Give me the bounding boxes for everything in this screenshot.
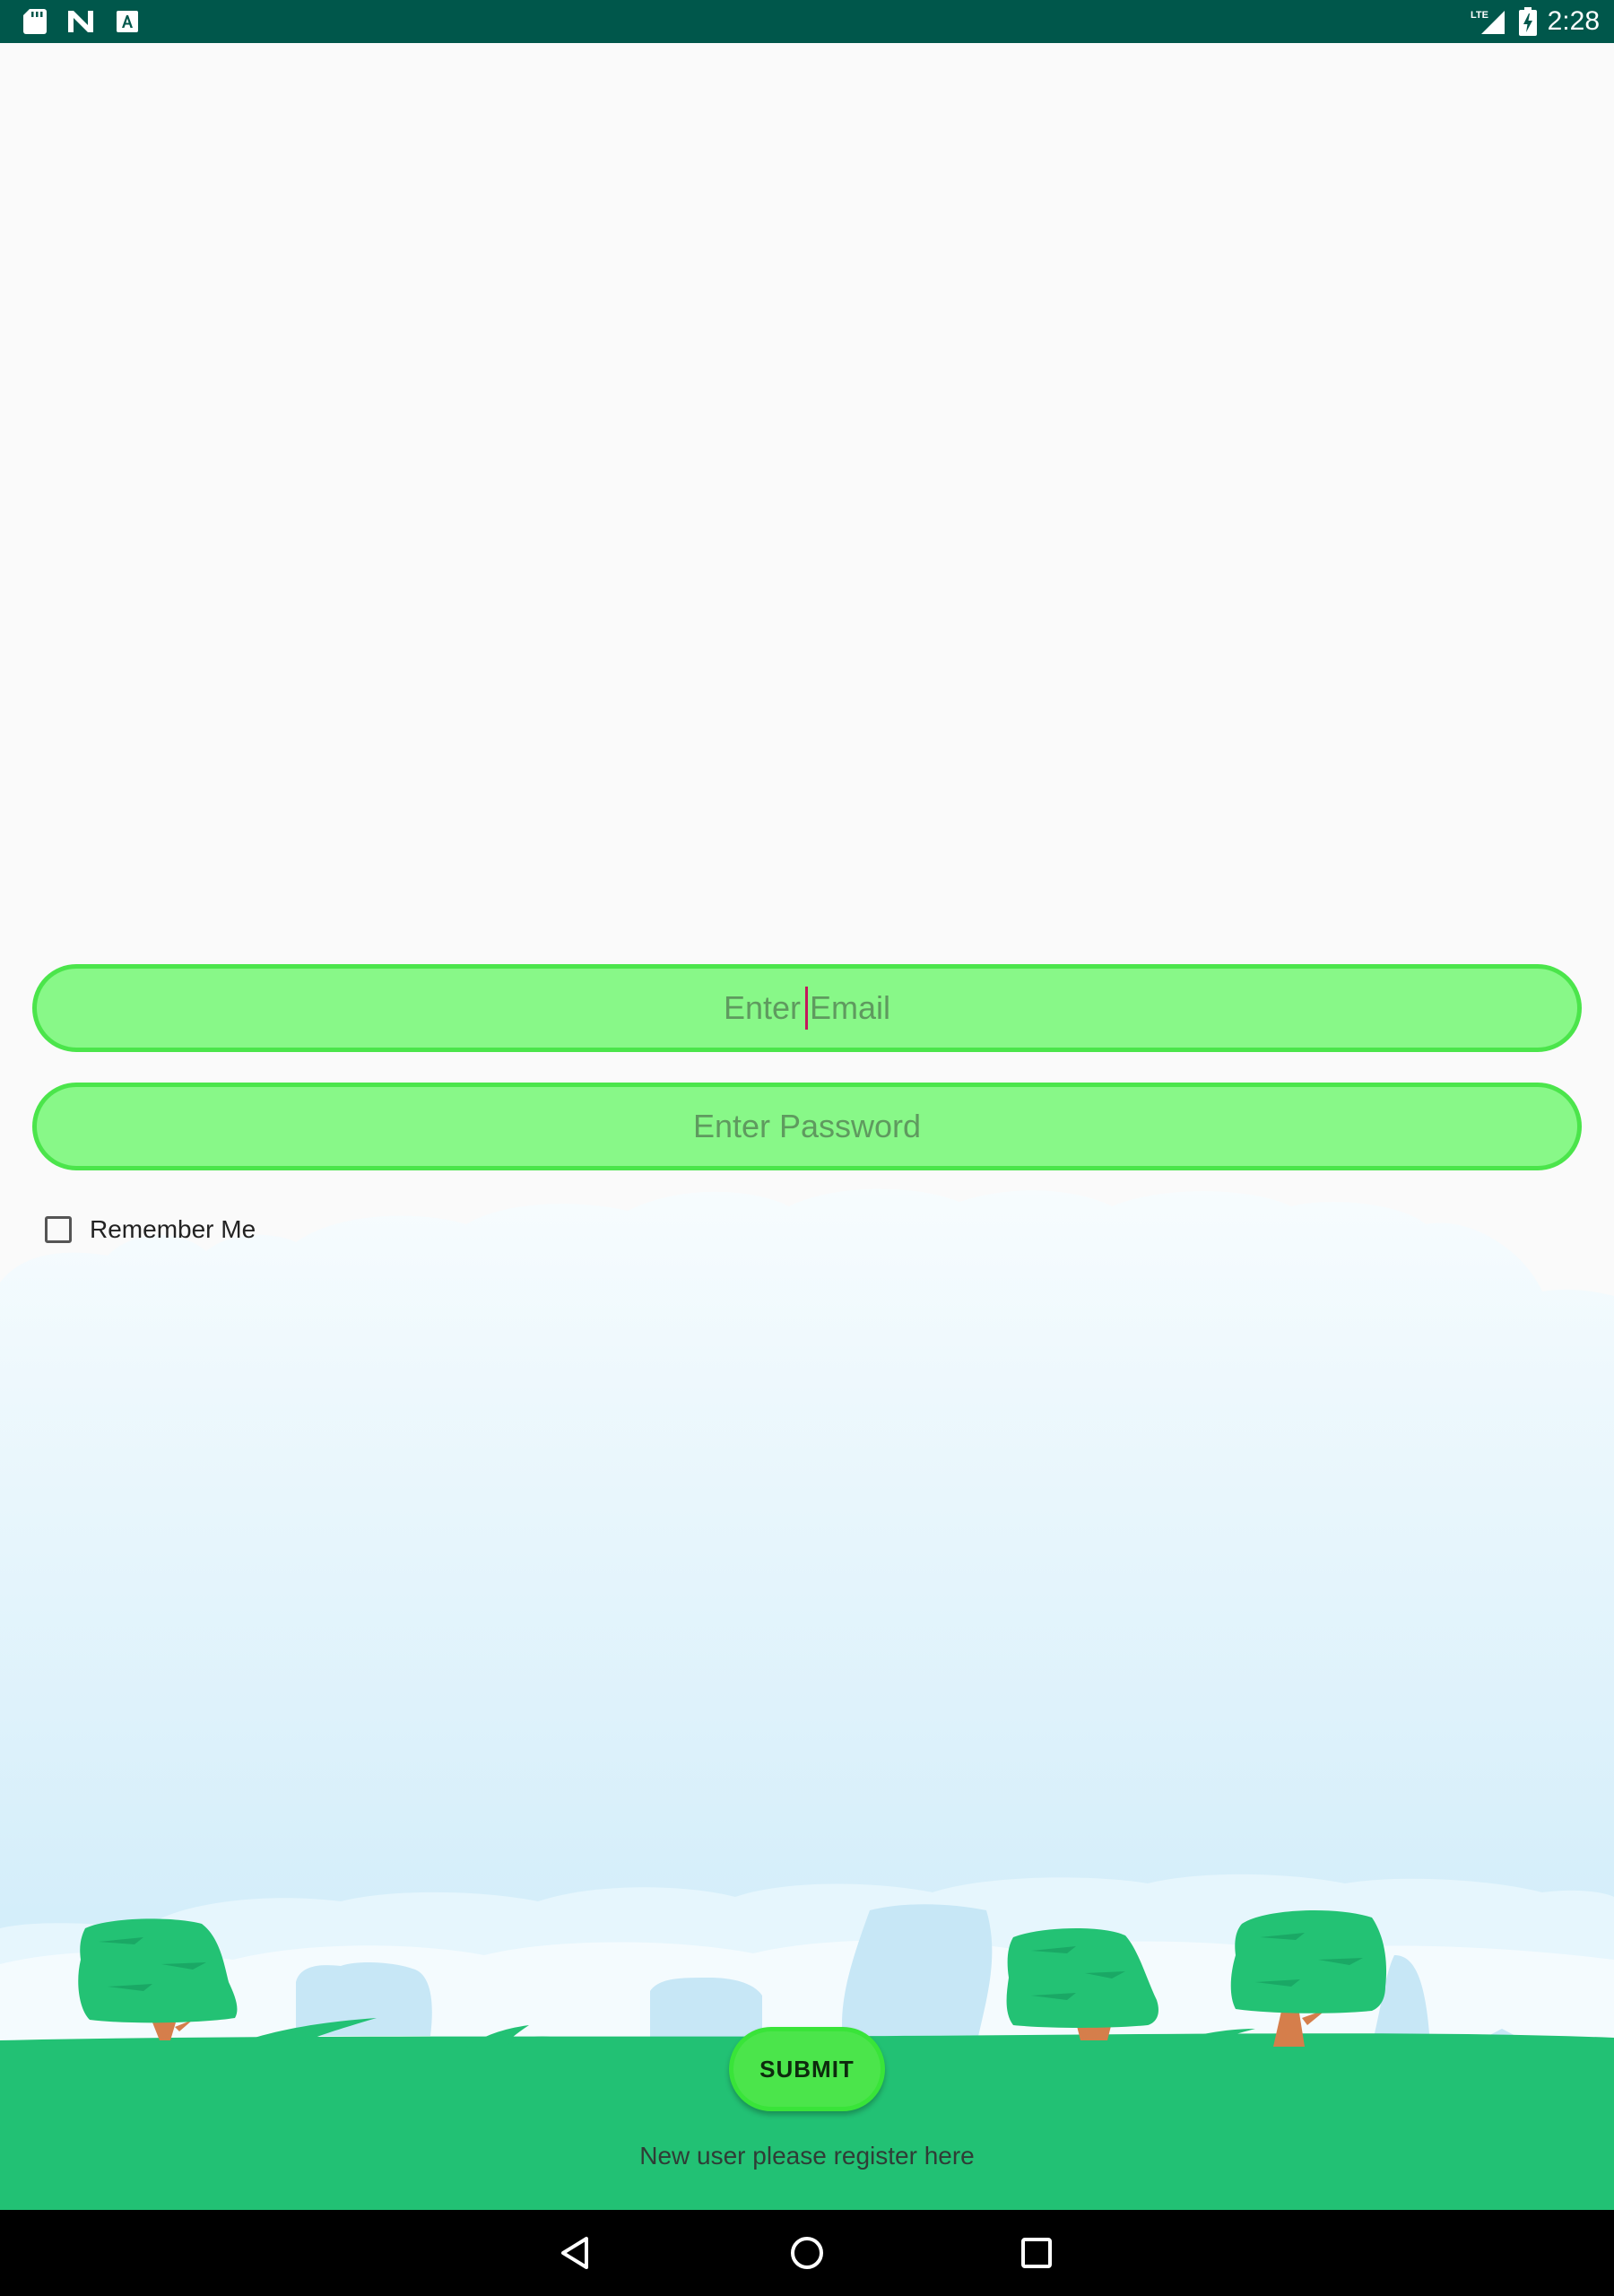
password-field[interactable]	[32, 1083, 1582, 1170]
sd-card-icon	[23, 9, 47, 34]
recents-icon[interactable]	[1015, 2231, 1058, 2274]
lte-signal-icon: LTE	[1471, 10, 1505, 34]
remember-me-label[interactable]: Remember Me	[90, 1215, 256, 1244]
home-icon[interactable]	[785, 2231, 829, 2274]
screen: LTE 2:28 Enter Email Remember Me SUBMIT …	[0, 0, 1614, 2296]
n-notification-icon	[68, 11, 93, 32]
status-bar: LTE 2:28	[0, 0, 1614, 43]
svg-text:LTE: LTE	[1471, 10, 1488, 21]
register-link[interactable]: New user please register here	[0, 2142, 1614, 2170]
navigation-bar	[0, 2210, 1614, 2296]
submit-button[interactable]: SUBMIT	[729, 2027, 885, 2111]
a-notification-icon	[117, 11, 138, 32]
remember-me-row[interactable]: Remember Me	[45, 1213, 256, 1247]
back-icon[interactable]	[556, 2231, 599, 2274]
remember-me-checkbox[interactable]	[45, 1216, 72, 1243]
text-cursor	[805, 987, 808, 1030]
status-time: 2:28	[1547, 6, 1600, 36]
battery-charging-icon	[1519, 7, 1537, 36]
